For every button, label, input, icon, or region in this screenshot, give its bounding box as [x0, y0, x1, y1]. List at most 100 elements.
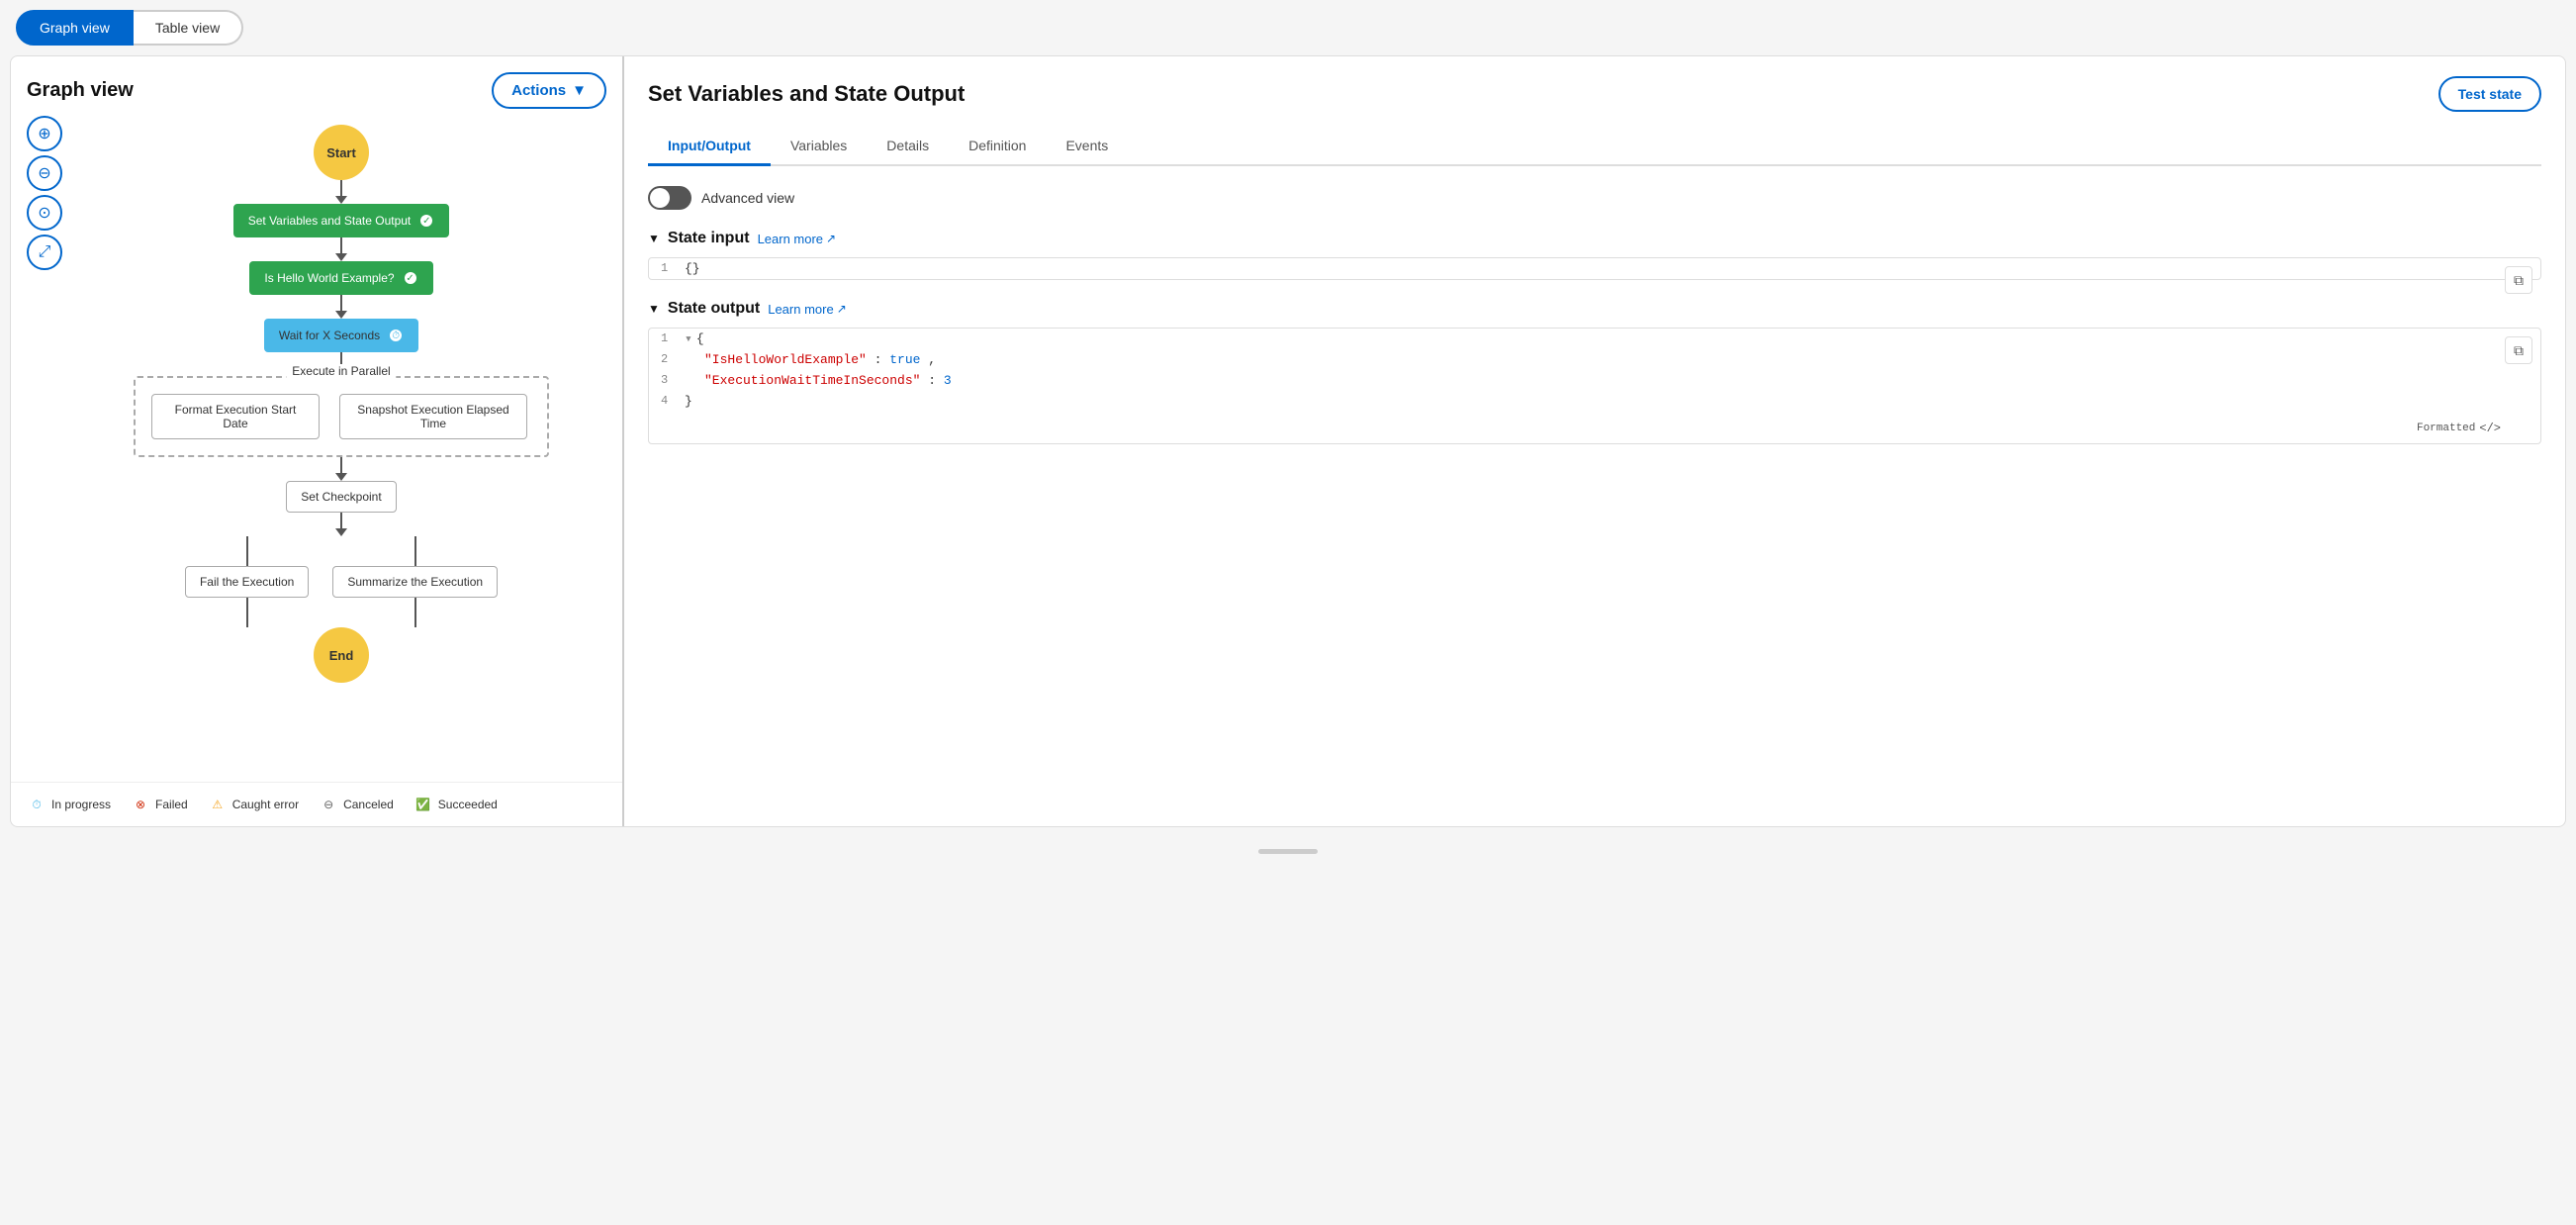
summarize-execution-node[interactable]: Summarize the Execution — [332, 566, 498, 598]
connector — [340, 457, 342, 473]
connector — [246, 536, 248, 566]
left-panel: Graph view Actions ▼ ⊕ ⊖ ⊙ ⤢ — [11, 56, 624, 826]
tab-input-output[interactable]: Input/Output — [648, 128, 771, 166]
succeeded-legend-icon: ✅ — [414, 795, 433, 814]
wait-node[interactable]: Wait for X Seconds ⏱ — [264, 319, 418, 352]
parallel-label: Execute in Parallel — [286, 364, 396, 378]
connector — [340, 237, 342, 253]
state-input-section: ▼ State input Learn more ↗ 1 {} ⧉ — [648, 230, 2541, 280]
center-button[interactable]: ⊙ — [27, 195, 62, 231]
snapshot-elapsed-node[interactable]: Snapshot Execution Elapsed Time — [339, 394, 527, 439]
in-progress-label: In progress — [51, 798, 111, 811]
copy-icon: ⧉ — [2514, 272, 2524, 289]
external-link-icon: ↗ — [826, 232, 836, 245]
copy-state-input-button[interactable]: ⧉ — [2505, 266, 2532, 294]
fail-execution-node[interactable]: Fail the Execution — [185, 566, 309, 598]
failed-legend-icon: ⊗ — [131, 795, 150, 814]
actions-button[interactable]: Actions ▼ — [492, 72, 606, 109]
formatted-label: Formatted </> — [2417, 422, 2501, 435]
output-line-3: 3 "ExecutionWaitTimeInSeconds" : 3 — [649, 370, 2540, 391]
connector — [340, 180, 342, 196]
advanced-view-row: Advanced view — [648, 186, 2541, 210]
right-header: Set Variables and State Output Test stat… — [648, 76, 2541, 112]
state-input-content: {} — [685, 261, 2529, 276]
legend-canceled: ⊖ Canceled — [319, 795, 394, 814]
branch-right: Snapshot Execution Elapsed Time — [339, 394, 527, 439]
arrow — [335, 196, 347, 204]
val-1: true — [889, 352, 920, 367]
fold-icon: ▾ — [685, 331, 692, 346]
summarize-branch: Summarize the Execution — [332, 536, 498, 627]
set-checkpoint-node[interactable]: Set Checkpoint — [286, 481, 396, 513]
line-number: 1 — [661, 261, 685, 275]
code-toggle-icon: </> — [2479, 422, 2501, 435]
zoom-in-icon: ⊕ — [38, 124, 50, 143]
is-hello-world-node[interactable]: Is Hello World Example? ✓ — [249, 261, 432, 295]
copy-icon2: ⧉ — [2514, 342, 2524, 359]
connector — [340, 513, 342, 528]
format-date-node[interactable]: Format Execution Start Date — [151, 394, 320, 439]
parallel-container: Execute in Parallel Format Execution Sta… — [134, 376, 549, 457]
caught-error-legend-icon: ⚠ — [208, 795, 228, 814]
fit-icon: ⤢ — [39, 243, 51, 261]
canceled-label: Canceled — [343, 798, 394, 811]
state-input-header: ▼ State input Learn more ↗ — [648, 230, 2541, 247]
tab-variables[interactable]: Variables — [771, 128, 867, 166]
tabs-row: Input/Output Variables Details Definitio… — [648, 128, 2541, 166]
drag-handle[interactable] — [1258, 849, 1318, 854]
parallel-section: Execute in Parallel Format Execution Sta… — [76, 376, 606, 481]
connector — [414, 536, 416, 566]
end-node[interactable]: End — [314, 627, 369, 683]
caught-error-label: Caught error — [232, 798, 299, 811]
zoom-out-button[interactable]: ⊖ — [27, 155, 62, 191]
state-input-line1: 1 {} — [649, 258, 2540, 279]
output-line-4: 4 } — [649, 391, 2540, 412]
set-variables-section: Set Variables and State Output ✓ — [233, 204, 450, 261]
right-panel-title: Set Variables and State Output — [648, 81, 965, 107]
copy-state-output-button[interactable]: ⧉ — [2505, 336, 2532, 364]
in-progress-legend-icon: ⏱ — [27, 795, 46, 814]
end-section: End — [314, 627, 369, 683]
external-link-icon2: ↗ — [837, 302, 847, 316]
start-section: Start — [314, 125, 369, 204]
state-output-learn-more[interactable]: Learn more ↗ — [768, 302, 847, 317]
canceled-legend-icon: ⊖ — [319, 795, 338, 814]
arrow — [335, 311, 347, 319]
set-variables-node[interactable]: Set Variables and State Output ✓ — [233, 204, 450, 237]
state-input-learn-more[interactable]: Learn more ↗ — [758, 232, 837, 246]
in-progress-icon: ⏱ — [388, 328, 404, 343]
start-node[interactable]: Start — [314, 125, 369, 180]
output-line-1: 1 ▾ { — [649, 329, 2540, 349]
graph-view-title: Graph view — [27, 79, 134, 102]
connector — [414, 598, 416, 627]
legend-in-progress: ⏱ In progress — [27, 795, 111, 814]
test-state-button[interactable]: Test state — [2438, 76, 2541, 112]
state-input-code: 1 {} ⧉ — [648, 257, 2541, 280]
succeeded-label: Succeeded — [438, 798, 498, 811]
close-brace: } — [685, 394, 692, 409]
line-num-2: 2 — [661, 352, 685, 366]
connector — [246, 598, 248, 627]
zoom-in-button[interactable]: ⊕ — [27, 116, 62, 151]
tab-details[interactable]: Details — [867, 128, 949, 166]
advanced-view-toggle[interactable] — [648, 186, 691, 210]
drag-handle-area — [0, 837, 2576, 866]
parallel-wrapper: Execute in Parallel Format Execution Sta… — [134, 376, 549, 457]
state-output-section: ▼ State output Learn more ↗ 1 ▾ { 2 — [648, 300, 2541, 444]
legend-caught-error: ⚠ Caught error — [208, 795, 299, 814]
val-2: 3 — [944, 373, 952, 388]
key-1: "IsHelloWorldExample" — [704, 352, 867, 367]
tab-events[interactable]: Events — [1046, 128, 1128, 166]
key-2: "ExecutionWaitTimeInSeconds" — [704, 373, 920, 388]
line-num-4: 4 — [661, 394, 685, 408]
fit-button[interactable]: ⤢ — [27, 235, 62, 270]
succeeded-icon: ✓ — [418, 213, 434, 229]
table-view-tab[interactable]: Table view — [134, 10, 243, 46]
state-input-label: State input — [668, 230, 750, 247]
failed-label: Failed — [155, 798, 188, 811]
dropdown-arrow-icon: ▼ — [572, 82, 587, 99]
tab-definition[interactable]: Definition — [949, 128, 1046, 166]
zoom-out-icon: ⊖ — [38, 163, 50, 183]
graph-view-tab[interactable]: Graph view — [16, 10, 134, 46]
line-num-1: 1 — [661, 331, 685, 345]
